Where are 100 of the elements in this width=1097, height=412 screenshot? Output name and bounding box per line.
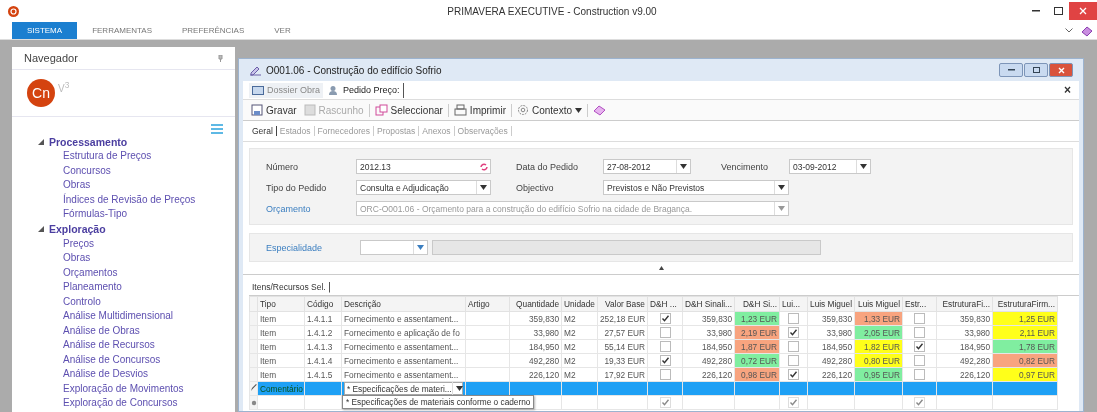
dropdown-field[interactable]: 27-08-2012: [603, 159, 691, 174]
checkbox[interactable]: [788, 327, 799, 339]
field-link[interactable]: Especialidade: [266, 242, 356, 253]
ribbon-tab[interactable]: PREFERÊNCIAS: [167, 22, 260, 39]
tree-item[interactable]: Análise de Recursos: [50, 338, 235, 353]
dropdown-option[interactable]: * Especificações de materiais conforme o caderno: [343, 396, 533, 408]
checkbox[interactable]: [659, 355, 671, 367]
ribbon-tab[interactable]: SISTEMA: [12, 22, 78, 39]
table-cell: 27,57 EUR: [597, 325, 648, 340]
description-dropdown[interactable]: * Especificações de materi...: [344, 382, 463, 395]
column-header[interactable]: D&H Sinali...: [682, 296, 735, 312]
tree-item[interactable]: Planeamento: [50, 280, 235, 295]
tree-group[interactable]: Processamento: [49, 135, 128, 148]
tree-item[interactable]: Obras: [50, 178, 235, 193]
checkbox[interactable]: [659, 369, 671, 381]
ribbon-tab[interactable]: FERRAMENTAS: [77, 22, 167, 39]
tree-item[interactable]: Estrutura de Preços: [50, 149, 235, 164]
menu-icon[interactable]: [211, 124, 223, 134]
tree-item[interactable]: Análise Multidimensional: [50, 309, 235, 324]
table-cell: 33,980: [682, 325, 735, 340]
tree-group[interactable]: Exploração: [49, 223, 106, 235]
checkbox[interactable]: [788, 369, 799, 381]
column-header[interactable]: Unidade: [561, 296, 598, 312]
field-label: Objectivo: [516, 182, 555, 193]
caret-icon: [480, 185, 487, 190]
restore-button[interactable]: [1024, 63, 1048, 77]
version-label: V$^{3}$: [58, 80, 70, 95]
splitter-grip-icon[interactable]: [658, 266, 664, 270]
column-header[interactable]: D&H ...: [647, 296, 683, 312]
dropdown-field[interactable]: Consulta e Adjudicação: [356, 180, 491, 195]
pencil-icon: [250, 383, 257, 392]
collapse-icon[interactable]: [38, 226, 44, 232]
eraser-icon[interactable]: [1081, 24, 1093, 37]
tree-item[interactable]: Análise de Obras: [50, 323, 235, 338]
close-button[interactable]: [1069, 2, 1097, 20]
pages-icon: [374, 104, 388, 116]
checkbox[interactable]: [914, 355, 925, 367]
table-cell: 226,120: [682, 367, 735, 382]
table-cell: Item: [257, 353, 305, 368]
column-header[interactable]: D&H Si...: [734, 296, 780, 312]
tree-item[interactable]: Obras: [50, 251, 235, 266]
checkbox[interactable]: [788, 355, 799, 367]
checkbox[interactable]: [914, 341, 925, 353]
tree-item[interactable]: Concursos: [50, 163, 235, 178]
column-header[interactable]: Estr...: [902, 296, 937, 312]
tree-item[interactable]: Análise de Desvios: [50, 367, 235, 382]
table-cell: 17,92 EUR: [597, 367, 648, 382]
column-header[interactable]: Tipo: [257, 296, 305, 312]
input-field[interactable]: 2012.13: [356, 159, 491, 174]
lookup-field[interactable]: [360, 240, 428, 255]
collapse-icon[interactable]: [38, 138, 44, 145]
checkbox[interactable]: [914, 313, 925, 325]
column-header[interactable]: EstruturaFirm...: [992, 296, 1058, 312]
table-cell: 1.4.1.5: [304, 367, 342, 382]
grid-tab[interactable]: Itens/Recursos Sel.: [249, 282, 330, 293]
column-header[interactable]: Luis Miguel: [807, 296, 855, 312]
tree-item[interactable]: Fórmulas-Tipo: [50, 207, 235, 222]
column-header[interactable]: Descrição: [341, 296, 466, 312]
checkbox[interactable]: [659, 313, 671, 325]
column-header[interactable]: Lui...: [779, 296, 808, 312]
ribbon-tab[interactable]: VER: [259, 22, 306, 39]
checkbox[interactable]: [788, 313, 799, 325]
column-header[interactable]: EstruturaFi...: [936, 296, 993, 312]
filter-icon[interactable]: [417, 244, 424, 251]
column-header[interactable]: Artigo: [465, 296, 510, 312]
checkbox[interactable]: [659, 341, 671, 353]
toolbar-button[interactable]: Seleccionar: [372, 104, 445, 116]
checkbox[interactable]: [914, 327, 925, 339]
table-cell: 1.4.1.1: [304, 311, 342, 326]
toolbar-button[interactable]: Contexto: [514, 104, 584, 116]
tree-item[interactable]: Orçamentos: [50, 265, 235, 280]
tree-item[interactable]: Análise de Concursos: [50, 352, 235, 367]
column-header[interactable]: Valor Base: [597, 296, 648, 312]
checkbox[interactable]: [659, 327, 671, 339]
section-tab[interactable]: Geral: [249, 126, 277, 136]
table-cell: 184,950: [936, 339, 993, 354]
column-header[interactable]: Luis Miguel: [854, 296, 903, 312]
close-icon: [1057, 66, 1065, 74]
checkbox[interactable]: [788, 341, 799, 353]
table-cell: 55,14 EUR: [597, 339, 648, 354]
refresh-icon[interactable]: [479, 162, 488, 171]
tree-item[interactable]: Preços: [50, 236, 235, 251]
tree-item[interactable]: Exploração de Concursos: [50, 396, 235, 411]
tree-item[interactable]: Índices de Revisão de Preços: [50, 192, 235, 207]
column-header[interactable]: Código: [304, 296, 342, 312]
close-button[interactable]: [1049, 63, 1073, 77]
tree-item[interactable]: Exploração de Movimentos: [50, 381, 235, 396]
table-cell: Item: [257, 311, 305, 326]
dropdown-field[interactable]: Previstos e Não Previstos: [603, 180, 789, 195]
caret-icon: [860, 164, 867, 169]
close-button[interactable]: ×: [1064, 83, 1071, 97]
toolbar-button[interactable]: Gravar: [249, 104, 299, 116]
pin-icon[interactable]: [218, 54, 223, 62]
table-cell: 226,120: [807, 367, 855, 382]
checkbox[interactable]: [914, 369, 925, 381]
dropdown-field[interactable]: 03-09-2012: [789, 159, 871, 174]
column-header[interactable]: Quantidade: [509, 296, 562, 312]
tree-item[interactable]: Controlo: [50, 294, 235, 309]
chevron-down-icon[interactable]: [1065, 28, 1073, 33]
toolbar-button[interactable]: Imprimir: [451, 104, 508, 116]
